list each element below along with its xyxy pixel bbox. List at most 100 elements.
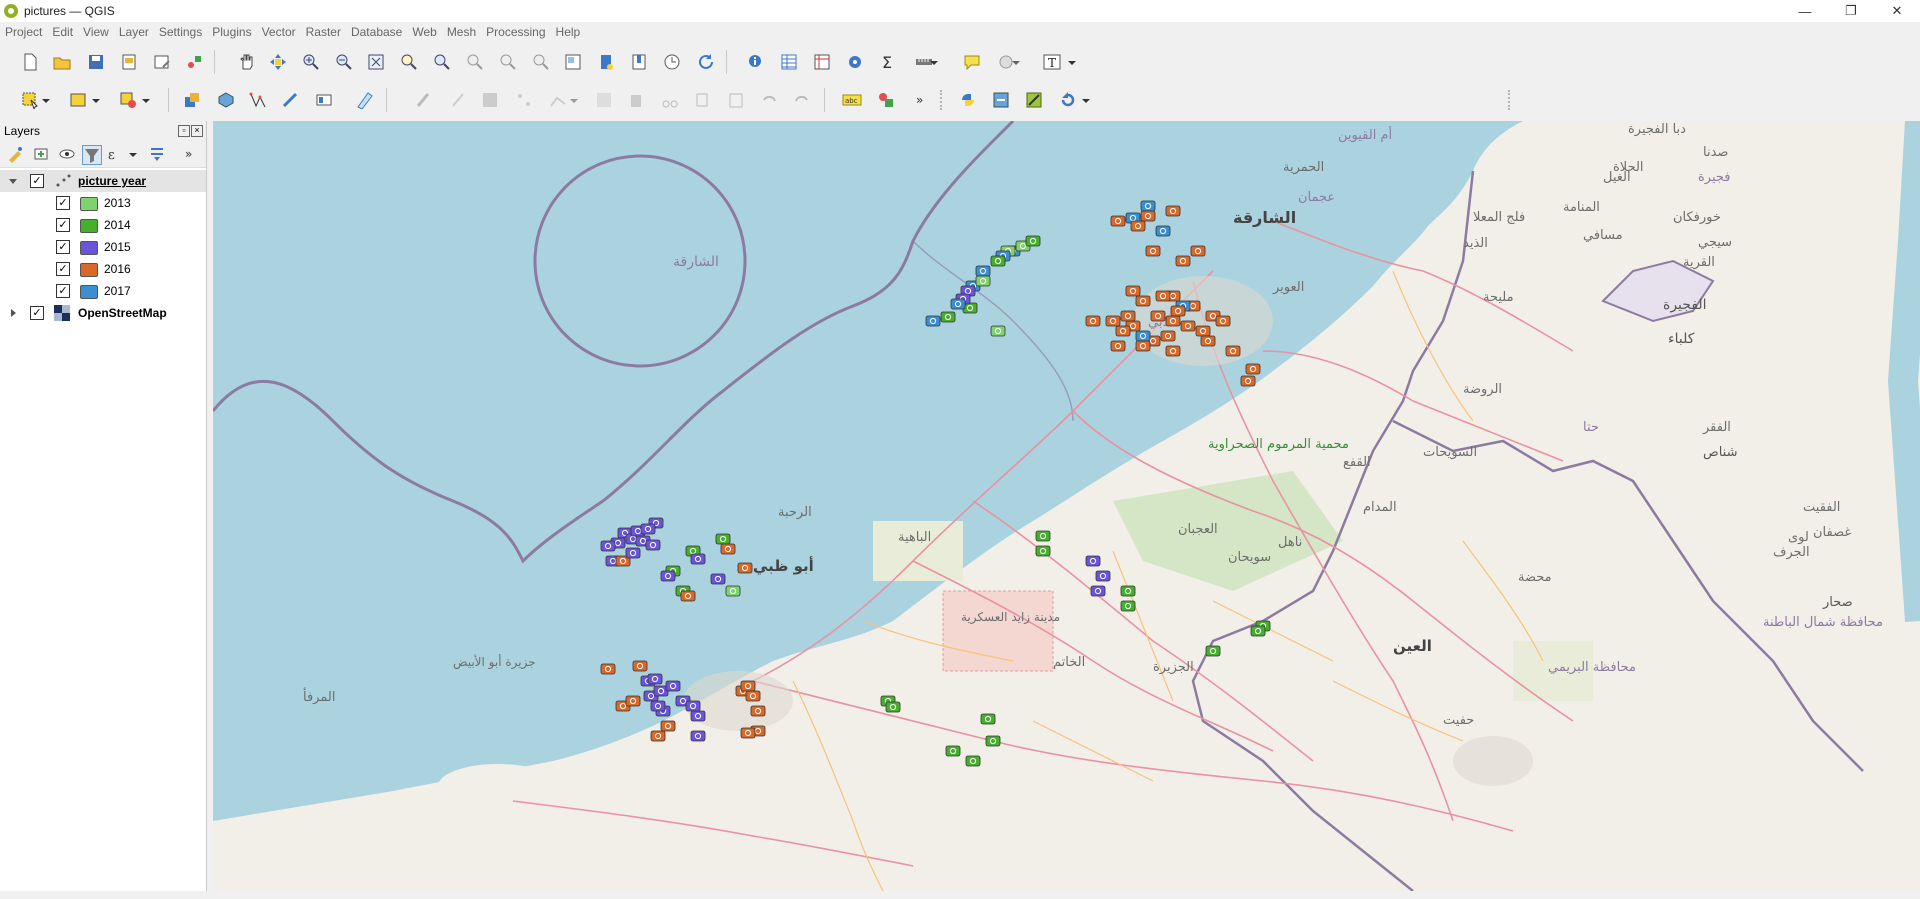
- menu-vector[interactable]: Vector: [257, 25, 301, 39]
- more-panel-tools-icon[interactable]: »: [184, 145, 202, 163]
- menu-help[interactable]: Help: [551, 25, 586, 39]
- camera-marker-icon[interactable]: [925, 315, 941, 327]
- refresh-icon[interactable]: [694, 50, 718, 74]
- style-dock-icon[interactable]: [874, 88, 898, 112]
- vertex-tool-icon[interactable]: [546, 88, 570, 112]
- menu-processing[interactable]: Processing: [481, 25, 550, 39]
- camera-marker-icon[interactable]: [632, 660, 648, 672]
- current-edits-icon[interactable]: [412, 88, 436, 112]
- menu-view[interactable]: View: [78, 25, 114, 39]
- restore-button[interactable]: ❐: [1828, 0, 1874, 22]
- plugin-a-icon[interactable]: [989, 88, 1013, 112]
- camera-marker-icon[interactable]: [1165, 345, 1181, 357]
- plugin-c-dropdown-icon[interactable]: [1080, 88, 1092, 112]
- menu-raster[interactable]: Raster: [301, 25, 346, 39]
- menu-web[interactable]: Web: [407, 25, 441, 39]
- zoom-last-icon[interactable]: [495, 50, 519, 74]
- menu-settings[interactable]: Settings: [154, 25, 207, 39]
- camera-marker-icon[interactable]: [1120, 585, 1136, 597]
- new-bookmark-icon[interactable]: [594, 50, 618, 74]
- copy-features-icon[interactable]: [690, 88, 714, 112]
- camera-marker-icon[interactable]: [1200, 335, 1216, 347]
- pan-map-icon[interactable]: [234, 50, 258, 74]
- legend-class-2013[interactable]: ✓ 2013: [0, 192, 206, 214]
- camera-marker-icon[interactable]: [1130, 220, 1146, 232]
- class-visibility-checkbox[interactable]: ✓: [56, 284, 70, 298]
- save-project-icon[interactable]: [84, 50, 108, 74]
- camera-marker-icon[interactable]: [1135, 340, 1151, 352]
- camera-marker-icon[interactable]: [1085, 315, 1101, 327]
- camera-marker-icon[interactable]: [945, 745, 961, 757]
- expand-arrow-icon[interactable]: [8, 308, 18, 318]
- plugin-b-icon[interactable]: [1022, 88, 1046, 112]
- undo-icon[interactable]: [757, 88, 781, 112]
- camera-marker-icon[interactable]: [625, 695, 641, 707]
- camera-marker-icon[interactable]: [1215, 315, 1231, 327]
- class-visibility-checkbox[interactable]: ✓: [56, 262, 70, 276]
- camera-marker-icon[interactable]: [1110, 215, 1126, 227]
- camera-marker-icon[interactable]: [715, 533, 731, 545]
- camera-marker-icon[interactable]: [1025, 235, 1041, 247]
- map-canvas[interactable]: الشارقة أم القيوين عجمان الشارقة دبي الح…: [213, 121, 1920, 891]
- camera-marker-icon[interactable]: [680, 590, 696, 602]
- select-dropdown-icon[interactable]: [1010, 50, 1022, 74]
- plugin-c-icon[interactable]: [1056, 88, 1080, 112]
- camera-marker-icon[interactable]: [1105, 315, 1121, 327]
- camera-marker-icon[interactable]: [1135, 330, 1151, 342]
- select-dropdown-icon[interactable]: [40, 88, 52, 112]
- deselect-dropdown-icon[interactable]: [140, 88, 152, 112]
- camera-marker-icon[interactable]: [1140, 200, 1156, 212]
- cut-features-icon[interactable]: [658, 88, 682, 112]
- minimize-button[interactable]: —: [1782, 0, 1828, 22]
- camera-marker-icon[interactable]: [640, 523, 656, 535]
- camera-marker-icon[interactable]: [1110, 340, 1126, 352]
- camera-marker-icon[interactable]: [1245, 363, 1261, 375]
- open-project-icon[interactable]: [50, 50, 74, 74]
- identify-features-icon[interactable]: [744, 50, 768, 74]
- camera-marker-icon[interactable]: [1035, 545, 1051, 557]
- annotation-dropdown-icon[interactable]: [1066, 50, 1078, 74]
- new-map-view-icon[interactable]: [561, 50, 585, 74]
- camera-marker-icon[interactable]: [1095, 570, 1111, 582]
- camera-marker-icon[interactable]: [725, 585, 741, 597]
- paste-features-icon[interactable]: [724, 88, 748, 112]
- map-tips-icon[interactable]: [960, 50, 984, 74]
- layer-openstreetmap[interactable]: ✓ OpenStreetMap: [0, 302, 206, 324]
- menu-edit[interactable]: Edit: [47, 25, 78, 39]
- camera-marker-icon[interactable]: [1175, 255, 1191, 267]
- new-geopackage-layer-icon[interactable]: [214, 88, 238, 112]
- camera-marker-icon[interactable]: [660, 720, 676, 732]
- menu-plugins[interactable]: Plugins: [207, 25, 256, 39]
- zoom-native-icon[interactable]: [462, 50, 486, 74]
- temporal-controller-icon[interactable]: [660, 50, 684, 74]
- camera-marker-icon[interactable]: [650, 700, 666, 712]
- virtual-layer-icon[interactable]: [312, 88, 336, 112]
- zoom-full-icon[interactable]: [364, 50, 388, 74]
- layer-visibility-checkbox[interactable]: ✓: [30, 174, 44, 188]
- camera-marker-icon[interactable]: [1165, 315, 1181, 327]
- camera-marker-icon[interactable]: [737, 562, 753, 574]
- camera-marker-icon[interactable]: [625, 547, 641, 559]
- camera-marker-icon[interactable]: [985, 735, 1001, 747]
- camera-marker-icon[interactable]: [1160, 330, 1176, 342]
- new-print-layout-icon[interactable]: [117, 50, 141, 74]
- add-feature-icon[interactable]: [512, 88, 536, 112]
- collapse-arrow-icon[interactable]: [8, 176, 18, 186]
- camera-marker-icon[interactable]: [1145, 245, 1161, 257]
- layer-picture-year[interactable]: ✓ picture year: [0, 170, 206, 192]
- camera-marker-icon[interactable]: [1190, 245, 1206, 257]
- delete-selected-icon[interactable]: [624, 88, 648, 112]
- data-source-manager-icon[interactable]: [180, 88, 204, 112]
- class-visibility-checkbox[interactable]: ✓: [56, 218, 70, 232]
- class-visibility-checkbox[interactable]: ✓: [56, 196, 70, 210]
- camera-marker-icon[interactable]: [975, 275, 991, 287]
- save-edits-icon[interactable]: [478, 88, 502, 112]
- camera-marker-icon[interactable]: [1155, 225, 1171, 237]
- menu-project[interactable]: Project: [0, 25, 47, 39]
- text-annotation-icon[interactable]: T: [1040, 50, 1064, 74]
- measure-dropdown-icon[interactable]: [928, 50, 940, 74]
- camera-marker-icon[interactable]: [965, 755, 981, 767]
- toggle-editing-icon[interactable]: [446, 88, 470, 112]
- camera-marker-icon[interactable]: [745, 690, 761, 702]
- style-manager-icon[interactable]: [183, 50, 207, 74]
